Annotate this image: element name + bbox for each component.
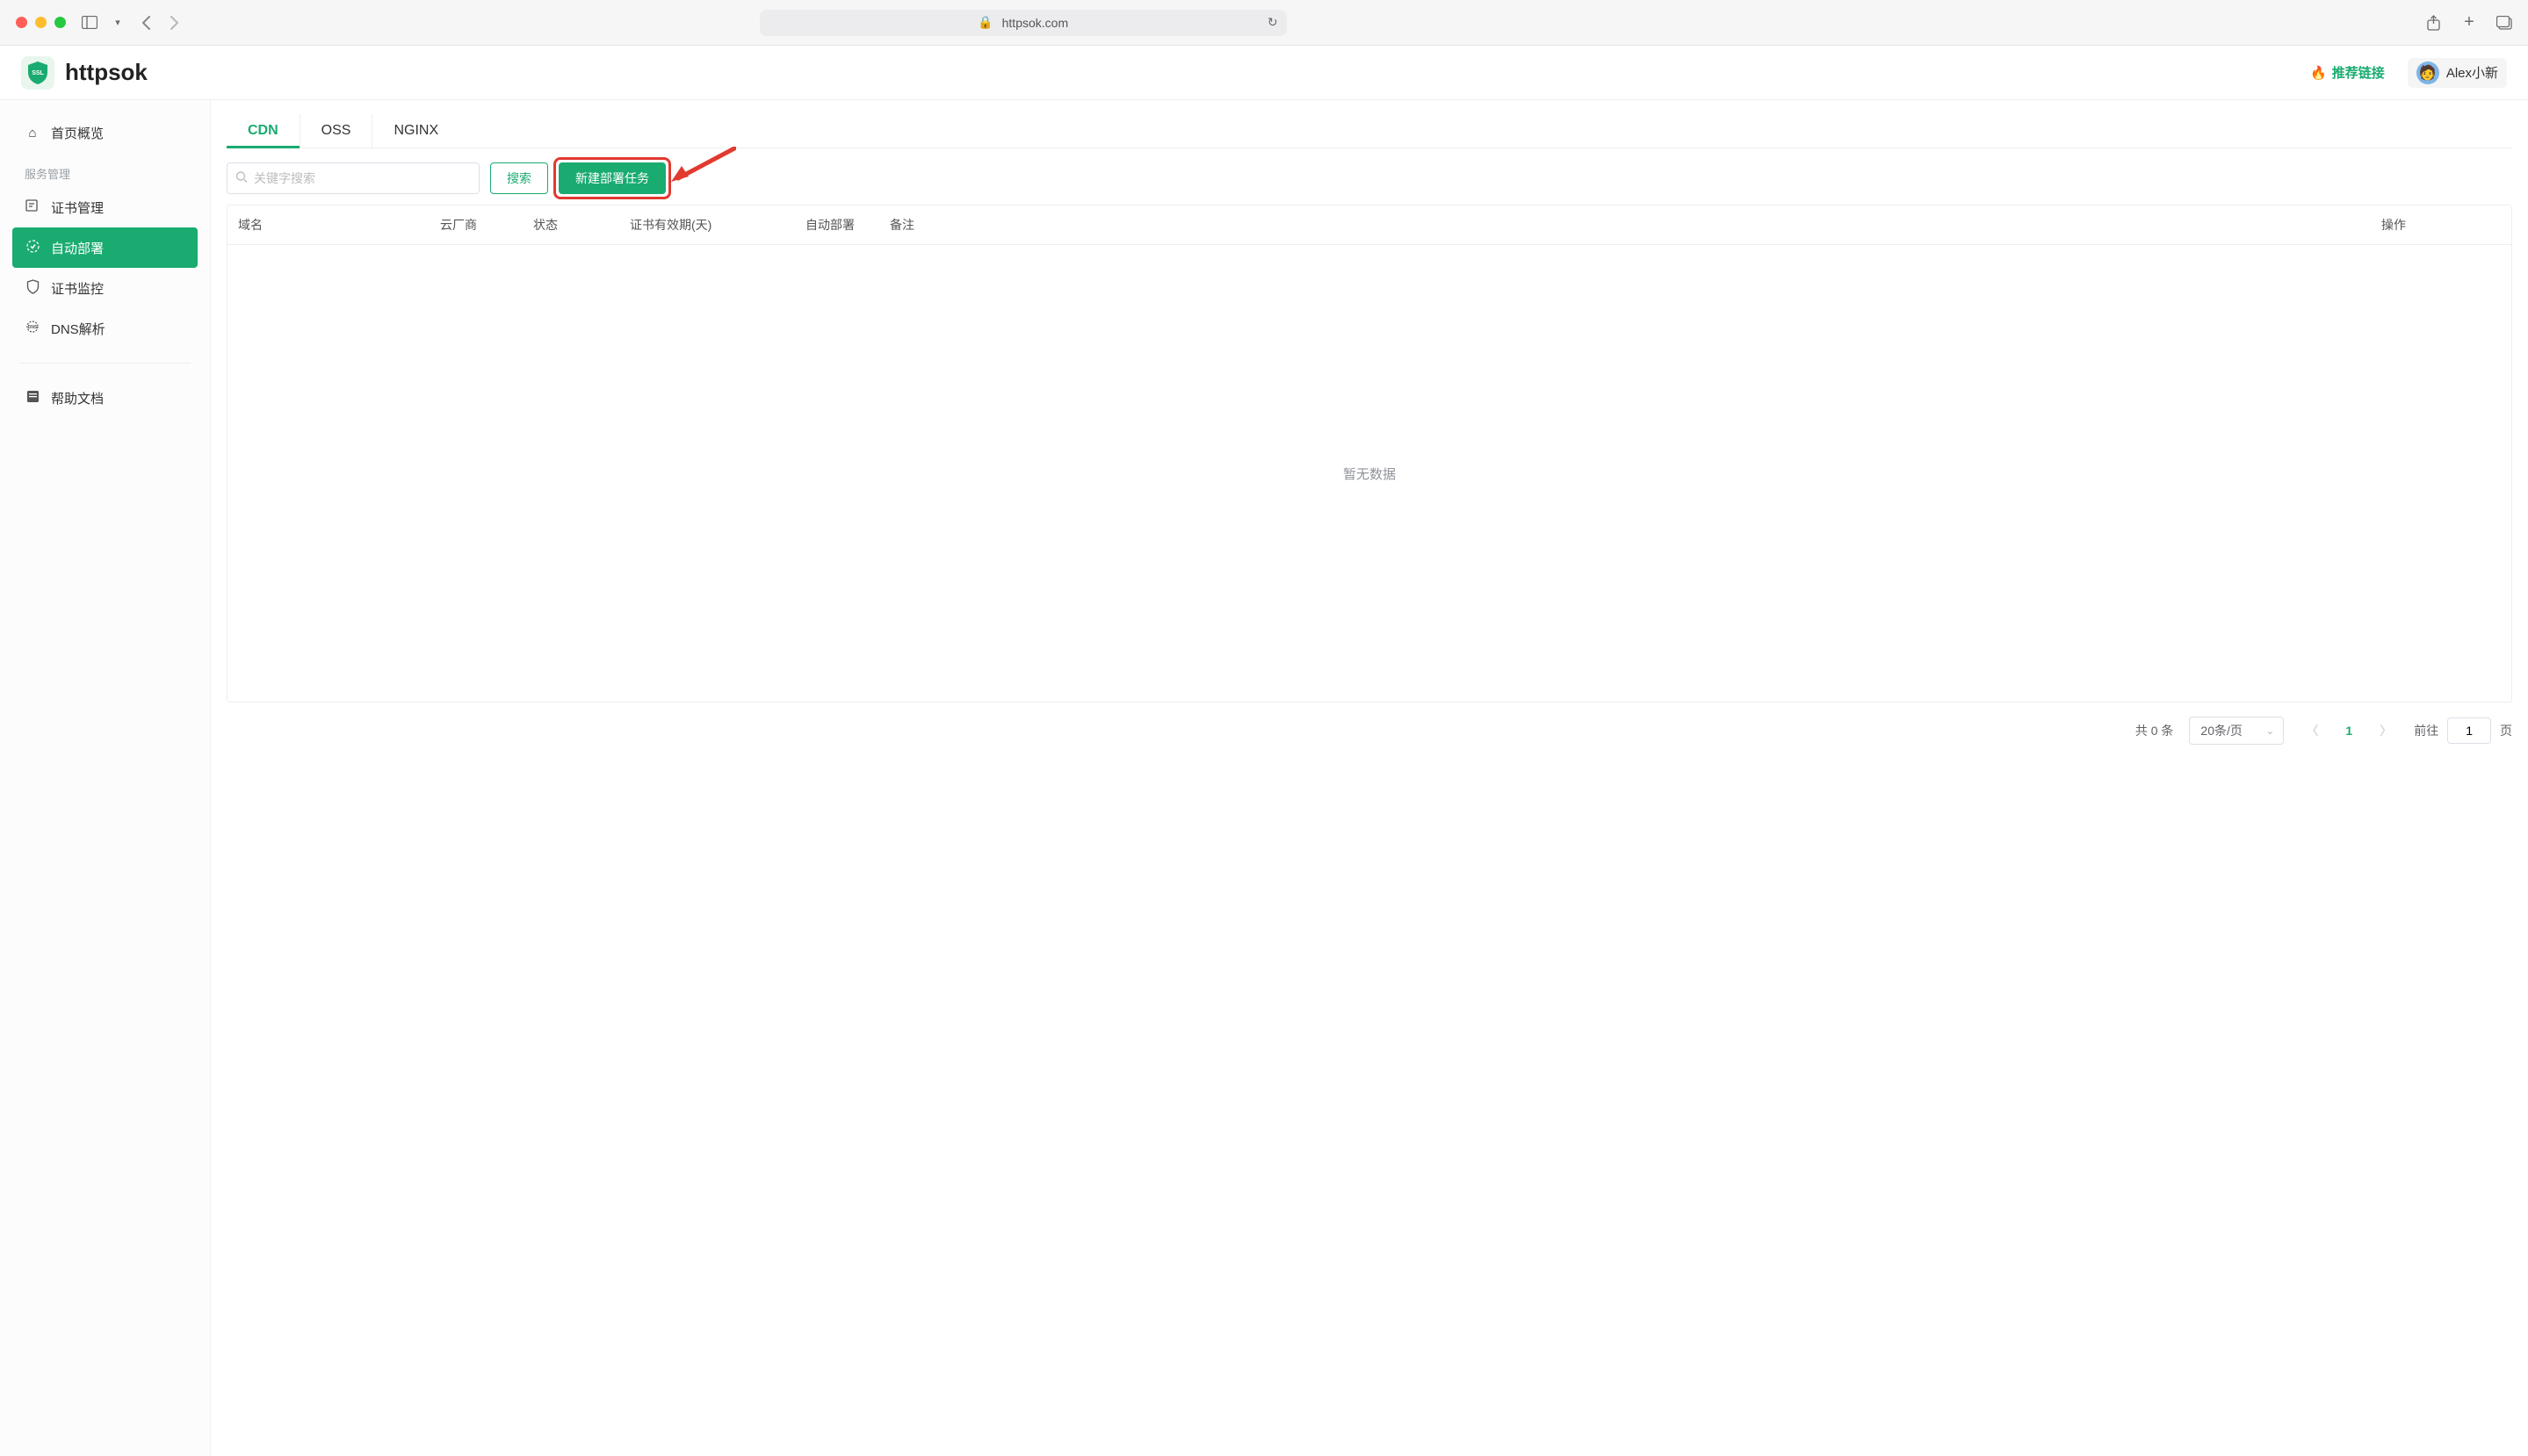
user-name: Alex小新 — [2446, 63, 2498, 82]
sidebar-item-label: 首页概览 — [51, 124, 104, 142]
col-auto: 自动部署 — [795, 205, 879, 244]
home-icon: ⌂ — [25, 126, 40, 141]
col-remark: 备注 — [879, 205, 2371, 244]
toolbar: 搜索 新建部署任务 — [227, 162, 2512, 194]
sidebar-item-cert-monitor[interactable]: 证书监控 — [12, 268, 198, 308]
search-input[interactable] — [227, 162, 480, 194]
page-prev-button[interactable]: 〈 — [2300, 718, 2324, 743]
page-goto-input[interactable] — [2447, 717, 2491, 744]
sidebar-item-overview[interactable]: ⌂ 首页概览 — [12, 112, 198, 153]
sidebar-toggle-icon[interactable] — [82, 15, 98, 31]
sidebar-section-label: 服务管理 — [12, 153, 198, 187]
sidebar-item-label: 帮助文档 — [51, 389, 104, 407]
reload-icon[interactable]: ↻ — [1268, 15, 1278, 30]
sidebar-item-cert-manage[interactable]: 证书管理 — [12, 187, 198, 227]
chevron-down-icon: ⌄ — [2265, 724, 2274, 737]
pagination-total: 共 0 条 — [2135, 722, 2174, 739]
table-empty-text: 暂无数据 — [228, 245, 2511, 702]
tab-oss[interactable]: OSS — [300, 114, 372, 148]
sidebar-item-dns[interactable]: DNS DNS解析 — [12, 308, 198, 349]
window-close-button[interactable] — [16, 17, 27, 28]
monitor-shield-icon — [25, 279, 40, 298]
col-status: 状态 — [523, 205, 619, 244]
fire-icon: 🔥 — [2310, 65, 2327, 81]
browser-chrome: ▾ 🔒 httpsok.com ↻ + — [0, 0, 2528, 46]
sidebar-divider — [19, 363, 191, 364]
shield-ssl-icon: SSL — [21, 56, 54, 90]
tab-bar: CDN OSS NGINX — [227, 114, 2512, 148]
create-deploy-task-button[interactable]: 新建部署任务 — [559, 162, 666, 194]
window-minimize-button[interactable] — [35, 17, 47, 28]
app-logo-text: httpsok — [65, 59, 148, 86]
table-header: 域名 云厂商 状态 证书有效期(天) 自动部署 备注 操作 — [228, 205, 2511, 245]
nav-forward-icon[interactable] — [166, 15, 182, 31]
deploy-icon — [25, 239, 40, 257]
address-bar[interactable]: 🔒 httpsok.com ↻ — [760, 10, 1287, 36]
col-domain: 域名 — [228, 205, 430, 244]
promo-link[interactable]: 🔥 推荐链接 — [2310, 63, 2385, 82]
tab-cdn[interactable]: CDN — [227, 114, 300, 148]
tab-nginx[interactable]: NGINX — [372, 114, 459, 148]
share-icon[interactable] — [2426, 15, 2442, 31]
new-tab-icon[interactable]: + — [2461, 15, 2477, 31]
svg-text:SSL: SSL — [32, 70, 44, 76]
col-expiry: 证书有效期(天) — [619, 205, 795, 244]
sidebar-item-label: 证书监控 — [51, 279, 104, 298]
search-icon — [235, 171, 248, 186]
address-url: httpsok.com — [1002, 16, 1068, 30]
app-logo[interactable]: SSL httpsok — [21, 56, 148, 90]
tab-overview-icon[interactable] — [2496, 15, 2512, 31]
sidebar-item-label: 证书管理 — [51, 198, 104, 217]
sidebar-item-auto-deploy[interactable]: 自动部署 — [12, 227, 198, 268]
main-content: CDN OSS NGINX 搜索 新建部署任务 域名 云厂商 — [211, 100, 2528, 1456]
sidebar: ⌂ 首页概览 服务管理 证书管理 自动部署 证书监控 DNS DNS解 — [0, 100, 211, 1456]
lock-icon: 🔒 — [978, 15, 993, 30]
window-traffic-lights — [16, 17, 66, 28]
annotation-arrow-icon — [669, 147, 736, 184]
promo-label: 推荐链接 — [2332, 63, 2385, 82]
deploy-table: 域名 云厂商 状态 证书有效期(天) 自动部署 备注 操作 暂无数据 — [227, 205, 2512, 703]
pagination: 共 0 条 20条/页 ⌄ 〈 1 〉 前往 页 — [227, 717, 2512, 745]
window-zoom-button[interactable] — [54, 17, 66, 28]
sidebar-item-label: DNS解析 — [51, 320, 105, 338]
nav-back-icon[interactable] — [138, 15, 154, 31]
user-menu[interactable]: 🧑 Alex小新 — [2408, 58, 2507, 88]
dns-icon: DNS — [25, 320, 40, 337]
cert-icon — [25, 198, 40, 216]
chevron-down-icon[interactable]: ▾ — [110, 15, 126, 31]
col-vendor: 云厂商 — [430, 205, 523, 244]
col-op: 操作 — [2371, 205, 2511, 244]
page-next-button[interactable]: 〉 — [2373, 718, 2398, 743]
sidebar-item-label: 自动部署 — [51, 239, 104, 257]
avatar: 🧑 — [2416, 61, 2439, 84]
page-size-select[interactable]: 20条/页 ⌄ — [2189, 717, 2284, 745]
search-button[interactable]: 搜索 — [490, 162, 548, 194]
page-goto: 前往 页 — [2414, 717, 2512, 744]
sidebar-item-help[interactable]: 帮助文档 — [12, 378, 198, 418]
app-header: SSL httpsok 🔥 推荐链接 🧑 Alex小新 — [0, 46, 2528, 100]
page-number-current[interactable]: 1 — [2340, 724, 2358, 738]
svg-text:DNS: DNS — [28, 325, 38, 330]
docs-icon — [25, 390, 40, 407]
